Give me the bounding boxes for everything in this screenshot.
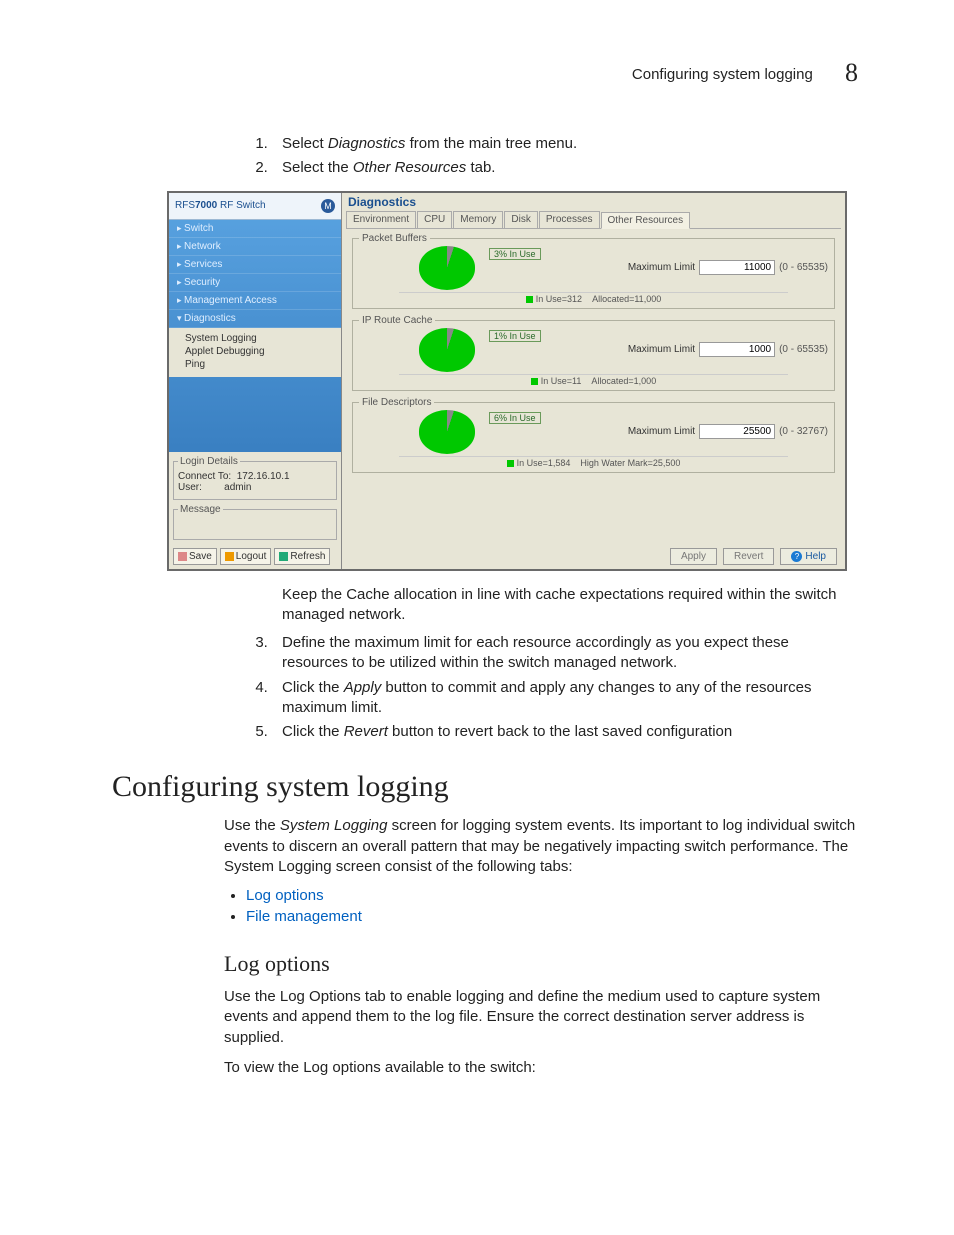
legend-swatch-icon	[507, 460, 514, 467]
range-label: (0 - 65535)	[779, 262, 828, 273]
chart-caption: In Use=1,584 High Water Mark=25,500	[399, 456, 788, 468]
max-limit-input[interactable]	[699, 342, 775, 357]
section-heading: Configuring system logging	[112, 770, 858, 804]
tab-memory[interactable]: Memory	[453, 211, 503, 228]
sidebar-item-management[interactable]: Management Access	[169, 292, 341, 310]
chart-caption: In Use=11 Allocated=1,000	[399, 374, 788, 386]
sidebar-header: RFS7000 RF Switch M	[169, 193, 341, 220]
list-item: Log options	[246, 887, 858, 904]
tab-disk[interactable]: Disk	[504, 211, 537, 228]
subtree-applet-debugging[interactable]: Applet Debugging	[185, 345, 335, 358]
panel-title: Diagnostics	[342, 193, 845, 211]
range-label: (0 - 32767)	[779, 426, 828, 437]
refresh-button[interactable]: Refresh	[274, 548, 330, 565]
sidebar-subtree: System Logging Applet Debugging Ping	[169, 328, 341, 377]
body-paragraph: Use the Log Options tab to enable loggin…	[224, 987, 858, 1048]
subtree-system-logging[interactable]: System Logging	[185, 332, 335, 345]
help-icon: ?	[791, 551, 802, 562]
percent-badge: 1% In Use	[489, 330, 541, 342]
chapter-number: 8	[845, 58, 858, 87]
link-log-options[interactable]: Log options	[246, 887, 324, 904]
link-file-management[interactable]: File management	[246, 908, 362, 925]
resource-panel: Packet Buffers 3% In Use Maximum Limit (0 -…	[352, 233, 835, 309]
pie-chart-icon	[419, 328, 475, 372]
screenshot: RFS7000 RF Switch M Switch Network Servi…	[167, 191, 858, 571]
motorola-icon: M	[321, 199, 335, 213]
disk-icon	[178, 552, 187, 561]
help-button[interactable]: ?Help	[780, 548, 837, 565]
step-item: Click the Apply button to commit and app…	[272, 678, 858, 719]
message-box: Message	[173, 504, 337, 540]
sidebar-item-switch[interactable]: Switch	[169, 220, 341, 238]
revert-button[interactable]: Revert	[723, 548, 774, 565]
apply-button[interactable]: Apply	[670, 548, 717, 565]
save-button[interactable]: Save	[173, 548, 217, 565]
refresh-icon	[279, 552, 288, 561]
step-item: Select the Other Resources tab.	[272, 158, 858, 178]
panel-legend: Packet Buffers	[359, 233, 430, 244]
tab-other-resources[interactable]: Other Resources	[601, 212, 691, 229]
steps-list-top: Select Diagnostics from the main tree me…	[112, 134, 858, 179]
tabs: Environment CPU Memory Disk Processes Ot…	[342, 211, 845, 228]
max-limit-label: Maximum Limit	[628, 426, 695, 437]
sidebar-item-services[interactable]: Services	[169, 256, 341, 274]
tab-processes[interactable]: Processes	[539, 211, 600, 228]
sidebar-item-network[interactable]: Network	[169, 238, 341, 256]
panel-legend: File Descriptors	[359, 397, 434, 408]
max-limit-input[interactable]	[699, 424, 775, 439]
list-item: File management	[246, 908, 858, 925]
login-details: Login Details Connect To: 172.16.10.1 Us…	[173, 456, 337, 500]
max-limit-label: Maximum Limit	[628, 262, 695, 273]
max-limit-label: Maximum Limit	[628, 344, 695, 355]
resource-panel: IP Route Cache 1% In Use Maximum Limit (0 -…	[352, 315, 835, 391]
percent-badge: 6% In Use	[489, 412, 541, 424]
subtree-ping[interactable]: Ping	[185, 358, 335, 371]
sidebar-item-diagnostics[interactable]: Diagnostics	[169, 310, 341, 328]
link-list: Log options File management	[112, 887, 858, 925]
pie-chart-icon	[419, 410, 475, 454]
logout-button[interactable]: Logout	[220, 548, 272, 565]
pie-chart-icon	[419, 246, 475, 290]
subsection-heading: Log options	[224, 951, 858, 977]
legend-swatch-icon	[531, 378, 538, 385]
legend-swatch-icon	[526, 296, 533, 303]
chart-caption: In Use=312 Allocated=11,000	[399, 292, 788, 304]
after-image-note: Keep the Cache allocation in line with c…	[282, 585, 858, 626]
resource-panel: File Descriptors 6% In Use Maximum Limit (0…	[352, 397, 835, 473]
range-label: (0 - 65535)	[779, 344, 828, 355]
sidebar: RFS7000 RF Switch M Switch Network Servi…	[169, 193, 342, 569]
body-paragraph: To view the Log options available to the…	[224, 1058, 858, 1078]
body-paragraph: Use the System Logging screen for loggin…	[224, 816, 858, 877]
header-title: Configuring system logging	[632, 66, 813, 83]
panel-legend: IP Route Cache	[359, 315, 435, 326]
sidebar-item-security[interactable]: Security	[169, 274, 341, 292]
tab-cpu[interactable]: CPU	[417, 211, 452, 228]
logout-icon	[225, 552, 234, 561]
max-limit-input[interactable]	[699, 260, 775, 275]
steps-list-bottom: Define the maximum limit for each resour…	[112, 633, 858, 742]
step-item: Click the Revert button to revert back t…	[272, 722, 858, 742]
tab-environment[interactable]: Environment	[346, 211, 416, 228]
running-header: Configuring system logging 8	[112, 58, 858, 88]
step-item: Define the maximum limit for each resour…	[272, 633, 858, 674]
percent-badge: 3% In Use	[489, 248, 541, 260]
step-item: Select Diagnostics from the main tree me…	[272, 134, 858, 154]
